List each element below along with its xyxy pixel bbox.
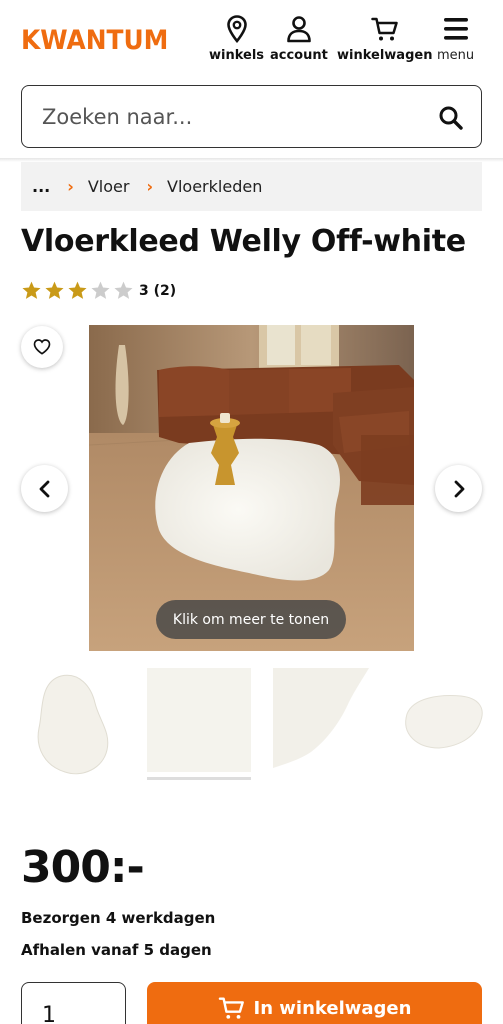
nav-cart[interactable]: winkelwagen [337, 14, 432, 63]
thumbnail-4[interactable] [399, 668, 503, 780]
thumbnail-2[interactable] [147, 668, 251, 780]
nav-stores[interactable]: winkels [209, 14, 264, 63]
thumbnail-3[interactable] [273, 668, 377, 780]
star-empty-icon [91, 281, 110, 299]
star-filled-icon [68, 281, 87, 299]
shopping-cart-icon [218, 997, 244, 1019]
chevron-right-icon: › [67, 177, 74, 196]
add-to-cart-button[interactable]: In winkelwagen [147, 982, 482, 1024]
next-image-button[interactable] [435, 465, 482, 512]
kwantum-logo[interactable]: KWANTUM [21, 25, 168, 56]
thumbnail-1[interactable] [21, 668, 125, 780]
previous-image-button[interactable] [21, 465, 68, 512]
chevron-right-icon: › [146, 177, 154, 196]
heart-icon [33, 339, 51, 355]
nav-menu-label: menu [437, 48, 475, 63]
delivery-info: Bezorgen 4 werkdagen [21, 909, 216, 927]
nav-account-label: account [270, 48, 328, 63]
star-filled-icon [22, 281, 41, 299]
product-main-image[interactable]: Klik om meer te tonen [89, 325, 414, 651]
quantity-field [21, 982, 126, 1024]
product-rating[interactable]: 3 (2) [21, 280, 176, 301]
breadcrumb-floor[interactable]: Vloer [88, 177, 130, 196]
product-title: Vloerkleed Welly Off-white [21, 224, 466, 259]
quantity-input[interactable] [42, 1000, 102, 1024]
user-icon [287, 16, 311, 43]
search-input[interactable] [42, 100, 432, 134]
breadcrumb-ellipsis[interactable]: ... [32, 177, 50, 196]
show-more-button[interactable]: Klik om meer te tonen [156, 600, 346, 639]
hamburger-menu-icon [443, 18, 468, 40]
favorite-button[interactable] [21, 326, 63, 368]
nav-menu[interactable]: menu [437, 14, 474, 63]
search-bar [21, 85, 482, 148]
chevron-left-icon [39, 480, 49, 497]
breadcrumb: ... › Vloer › Vloerkleden [21, 162, 482, 211]
site-header: KWANTUM winkels account winkelwagen menu [0, 0, 503, 75]
star-filled-icon [45, 281, 64, 299]
breadcrumb-rugs[interactable]: Vloerkleden [167, 177, 262, 196]
location-pin-icon [226, 15, 247, 44]
thumbnail-strip [21, 668, 503, 788]
pickup-info: Afhalen vanaf 5 dagen [21, 941, 212, 959]
star-empty-icon [114, 281, 133, 299]
shopping-cart-icon [370, 17, 398, 41]
nav-account[interactable]: account [270, 14, 328, 63]
nav-stores-label: winkels [209, 48, 265, 63]
add-to-cart-label: In winkelwagen [253, 998, 412, 1019]
chevron-right-icon [454, 480, 464, 497]
product-price: 300:- [21, 842, 145, 893]
search-icon[interactable] [437, 104, 465, 132]
nav-cart-label: winkelwagen [337, 48, 433, 63]
rating-summary: 3 (2) [139, 282, 177, 299]
